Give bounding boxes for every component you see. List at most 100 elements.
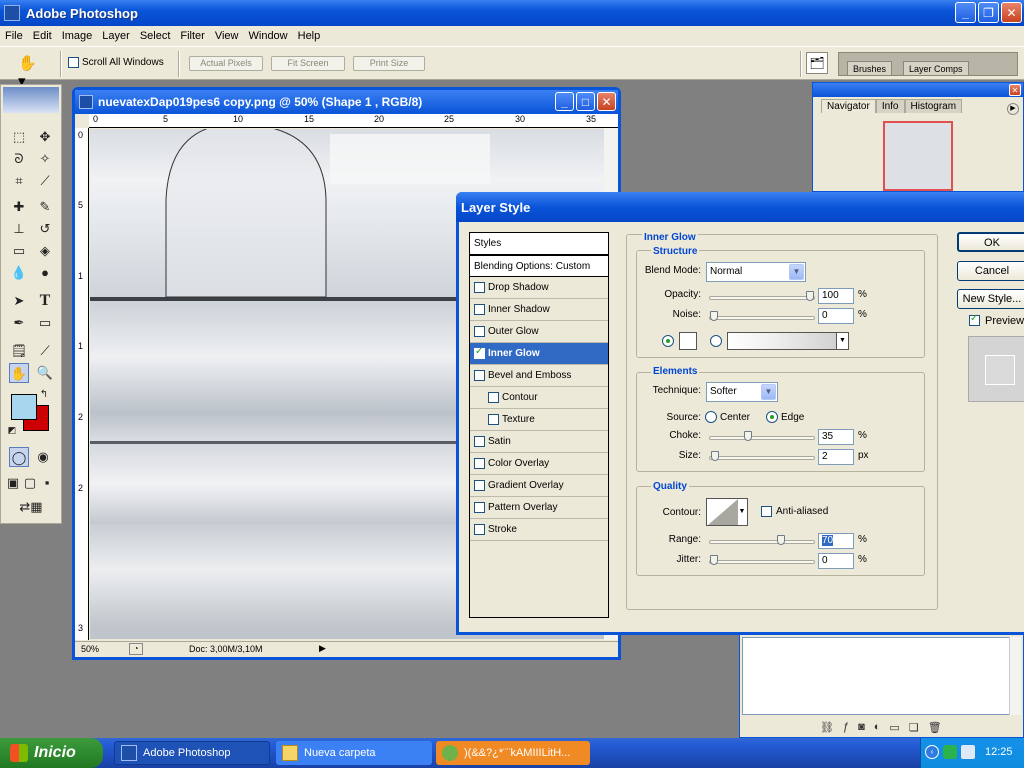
range-slider[interactable] [709,535,815,545]
style-option[interactable]: Satin [470,431,608,453]
doc-minimize-button[interactable]: _ [555,92,574,111]
menu-help[interactable]: Help [293,30,326,42]
menu-select[interactable]: Select [135,30,176,42]
layers-scrollbar[interactable] [1009,637,1021,715]
default-colors-icon[interactable]: ◩ [5,423,19,437]
screen-mode-full-icon[interactable]: ▪ [40,473,54,493]
jitter-field[interactable]: 0 [818,553,854,569]
eraser-tool-icon[interactable]: ▭ [9,241,29,261]
anti-aliased-checkbox[interactable] [761,506,772,517]
new-style-button[interactable]: New Style... [957,289,1024,309]
brush-tool-icon[interactable]: ✎ [35,197,55,217]
path-selection-icon[interactable]: ➤ [9,291,29,311]
style-checkbox[interactable] [474,326,485,337]
size-field[interactable]: 2 [818,449,854,465]
screen-mode-standard-icon[interactable]: ▣ [6,473,20,493]
technique-select[interactable]: Softer ▼ [706,382,778,402]
menu-file[interactable]: File [0,30,28,42]
style-option[interactable]: Texture [470,409,608,431]
lasso-tool-icon[interactable]: ᘐ [9,149,29,169]
source-center-radio[interactable] [705,411,717,423]
pen-tool-icon[interactable]: ✒ [9,313,29,333]
opacity-slider-knob[interactable] [806,291,814,301]
blur-tool-icon[interactable]: 💧 [9,263,29,283]
size-slider-knob[interactable] [710,451,719,461]
choke-slider-knob[interactable] [743,431,752,441]
style-option[interactable]: Outer Glow [470,321,608,343]
blend-mode-select[interactable]: Normal ▼ [706,262,806,282]
style-option[interactable]: Drop Shadow [470,277,608,299]
doc-close-button[interactable]: ✕ [597,92,616,111]
noise-field[interactable]: 0 [818,308,854,324]
range-field[interactable]: 70 [818,533,854,549]
type-tool-icon[interactable]: T [35,291,55,311]
preview-checkbox[interactable]: ✓ [969,313,980,326]
style-option[interactable]: Pattern Overlay [470,497,608,519]
scroll-all-checkbox[interactable] [68,57,79,68]
style-option[interactable]: Stroke [470,519,608,541]
hand-tool-icon[interactable]: ✋ [9,363,29,383]
hand-tool-icon[interactable]: ✋▾ [18,54,42,90]
eyedropper-icon[interactable]: ⟋ [35,341,55,361]
task-nueva-carpeta[interactable]: Nueva carpeta [276,741,432,765]
noise-slider-knob[interactable] [710,311,718,321]
tab-histogram[interactable]: Histogram [904,99,963,113]
navigator-thumbnail[interactable] [883,121,953,191]
glow-color-swatch[interactable] [679,332,697,350]
history-brush-icon[interactable]: ↺ [35,219,55,239]
layers-list[interactable] [742,637,1010,715]
chevron-down-icon[interactable]: ▼ [836,333,848,349]
layer-style-icon[interactable]: ƒ [843,721,849,734]
standard-mode-icon[interactable]: ◯ [9,447,29,467]
marquee-tool-icon[interactable]: ⬚ [9,127,29,147]
adjustment-layer-icon[interactable]: ◐ [874,721,881,734]
size-slider[interactable] [709,451,815,461]
quick-mask-icon[interactable]: ◉ [33,447,53,467]
cancel-button[interactable]: Cancel [957,261,1024,281]
style-checkbox[interactable]: ✓ [474,346,485,359]
jump-to-imageready-icon[interactable]: ⇄▦ [9,497,53,517]
style-option[interactable]: Color Overlay [470,453,608,475]
foreground-color-swatch[interactable] [11,394,37,420]
swap-colors-icon[interactable]: ↰ [37,388,51,402]
print-size-button[interactable]: Print Size [353,56,425,71]
tab-brushes[interactable]: Brushes [847,61,893,76]
task-photoshop[interactable]: Adobe Photoshop [114,741,270,765]
noise-slider[interactable] [709,311,815,321]
gradient-radio[interactable] [710,335,722,347]
dodge-tool-icon[interactable]: ● [35,263,55,283]
style-checkbox[interactable] [474,304,485,315]
actual-pixels-button[interactable]: Actual Pixels [189,56,263,71]
style-checkbox[interactable] [474,436,485,447]
blending-options[interactable]: Blending Options: Custom [470,255,608,277]
choke-field[interactable]: 35 [818,429,854,445]
style-option[interactable]: Inner Shadow [470,299,608,321]
task-messenger[interactable]: )(&&?¿*¨¨kAMIIILitH... [436,741,590,765]
move-tool-icon[interactable]: ✥ [35,127,55,147]
gradient-picker[interactable]: ▼ [727,332,849,350]
opacity-slider[interactable] [709,291,815,301]
status-menu-icon[interactable]: ◔ [129,643,143,655]
new-group-icon[interactable]: ▭ [889,721,899,734]
menu-layer[interactable]: Layer [97,30,135,42]
restore-button[interactable]: ❐ [978,2,999,23]
solid-color-radio[interactable] [662,335,674,347]
slice-tool-icon[interactable]: ⟋ [35,171,55,191]
choke-slider[interactable] [709,431,815,441]
style-checkbox[interactable] [474,458,485,469]
style-option[interactable]: Contour [470,387,608,409]
style-option[interactable]: Bevel and Emboss [470,365,608,387]
tab-info[interactable]: Info [875,99,905,113]
ok-button[interactable]: OK [957,232,1024,252]
style-checkbox[interactable] [474,370,485,381]
style-option[interactable]: Gradient Overlay [470,475,608,497]
source-edge-radio[interactable] [766,411,778,423]
scroll-all-windows[interactable]: Scroll All Windows [68,57,164,68]
minimize-button[interactable]: _ [955,2,976,23]
contour-picker[interactable]: ▼ [706,498,748,526]
style-checkbox[interactable] [474,502,485,513]
zoom-level[interactable]: 50% [81,644,99,654]
screen-mode-full-menu-icon[interactable]: ▢ [23,473,37,493]
doc-maximize-button[interactable]: □ [576,92,595,111]
style-checkbox[interactable] [488,392,499,403]
